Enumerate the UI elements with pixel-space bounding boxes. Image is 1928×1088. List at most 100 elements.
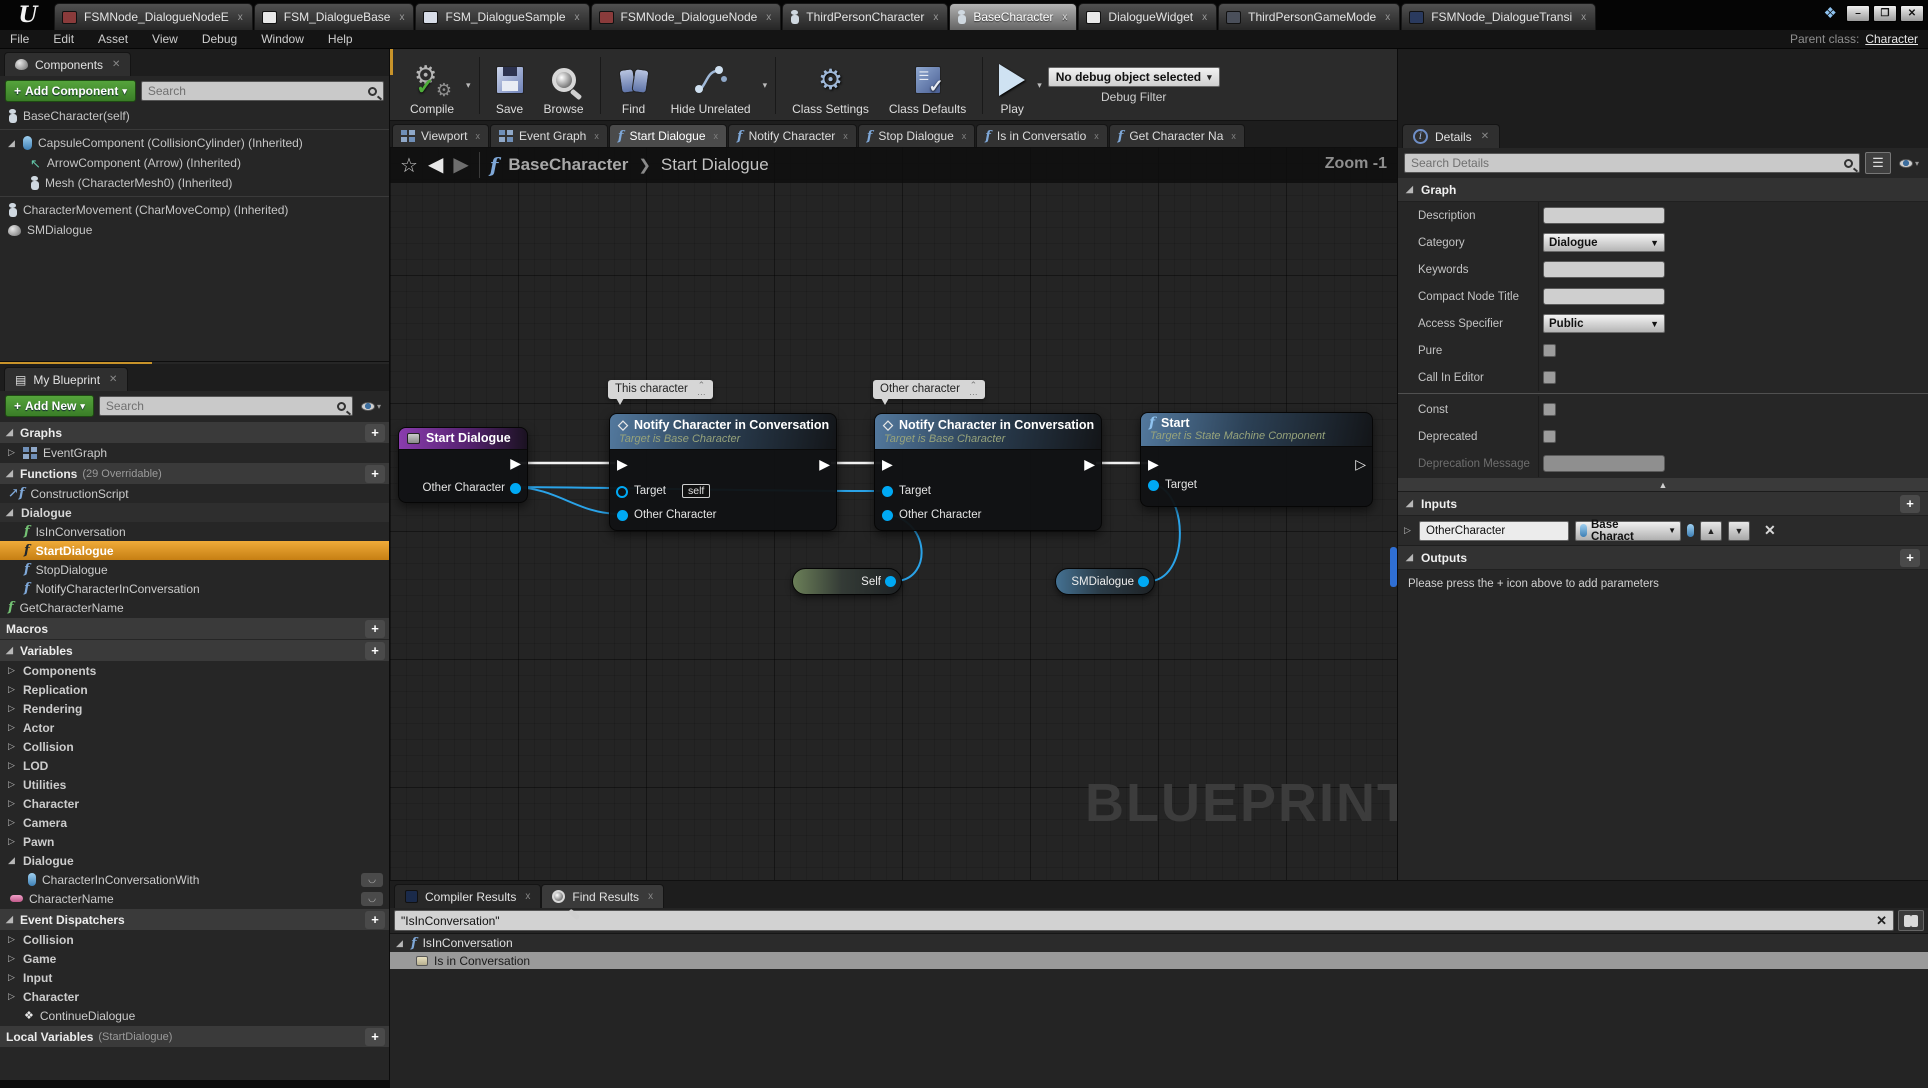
- close-button[interactable]: ✕: [1900, 5, 1924, 22]
- restore-button[interactable]: ❐: [1873, 5, 1897, 22]
- close-tab-icon[interactable]: x: [766, 12, 771, 23]
- event-dispatchers-header[interactable]: ◢Event Dispatchers+: [0, 908, 389, 930]
- find-results-search-input[interactable]: [401, 914, 1876, 928]
- node-start-dialogue[interactable]: Start Dialogue ▶ Other Character: [398, 427, 528, 503]
- add-component-button[interactable]: + Add Component ▾: [5, 80, 136, 102]
- deprecated-checkbox[interactable]: [1543, 430, 1556, 443]
- close-tab-icon[interactable]: x: [1062, 12, 1067, 23]
- function-row-selected[interactable]: fStartDialogue: [0, 541, 389, 560]
- component-row-arrow[interactable]: ↖ArrowComponent (Arrow) (Inherited): [0, 153, 389, 173]
- param-name-field[interactable]: [1419, 521, 1569, 541]
- exec-in-pin[interactable]: ▶: [1148, 457, 1159, 471]
- function-row[interactable]: fGetCharacterName: [0, 598, 389, 617]
- dispatcher-category[interactable]: ▷Input: [0, 968, 389, 987]
- add-input-button[interactable]: +: [1900, 495, 1920, 513]
- my-blueprint-search-input[interactable]: [106, 399, 337, 413]
- smdialogue-out-pin[interactable]: [1138, 576, 1149, 587]
- tab-viewport[interactable]: Viewportx: [392, 124, 489, 147]
- expander-icon[interactable]: ◢: [396, 938, 405, 949]
- favorite-star-icon[interactable]: ☆: [400, 153, 418, 178]
- find-results-search[interactable]: ✕: [394, 910, 1894, 931]
- expander-icon[interactable]: ◢: [8, 138, 17, 149]
- components-search-input[interactable]: [148, 84, 368, 98]
- expander-icon[interactable]: ▷: [1404, 525, 1413, 536]
- tab-notify-character[interactable]: fNotify Characterx: [728, 124, 857, 147]
- node-notify-2[interactable]: ◇Notify Character in Conversation Target…: [874, 413, 1102, 531]
- component-row-self[interactable]: BaseCharacter(self): [0, 106, 389, 126]
- menu-edit[interactable]: Edit: [53, 32, 74, 46]
- close-tab-icon[interactable]: x: [238, 12, 243, 23]
- move-down-button[interactable]: ▼: [1728, 521, 1750, 541]
- bubble-pin-icon[interactable]: ⌃…: [969, 382, 978, 396]
- pure-checkbox[interactable]: [1543, 344, 1556, 357]
- remove-param-icon[interactable]: ✕: [1764, 522, 1776, 539]
- find-result-row[interactable]: ◢ f IsInConversation: [390, 933, 1928, 952]
- description-field[interactable]: [1543, 207, 1665, 224]
- my-blueprint-tab[interactable]: ▤ My Blueprint ✕: [4, 367, 128, 391]
- browse-button[interactable]: Browse: [534, 53, 594, 118]
- nav-forward-icon[interactable]: ▶: [453, 155, 468, 175]
- access-specifier-dropdown[interactable]: Public▼: [1543, 314, 1665, 333]
- close-tab-icon[interactable]: x: [1202, 12, 1207, 23]
- exec-out-pin[interactable]: ▶: [1084, 457, 1095, 471]
- compile-options-caret[interactable]: ▾: [466, 80, 471, 91]
- menu-asset[interactable]: Asset: [98, 32, 128, 46]
- compile-button[interactable]: ⚙⚙✓ Compile: [400, 53, 464, 118]
- close-tab-icon[interactable]: x: [575, 12, 580, 23]
- target-pin[interactable]: [1148, 480, 1159, 491]
- minimize-button[interactable]: –: [1846, 5, 1870, 22]
- target-pin[interactable]: [882, 486, 893, 497]
- doc-tab[interactable]: ThirdPersonCharacterx: [782, 3, 948, 30]
- find-button[interactable]: Find: [607, 53, 661, 118]
- doc-tab[interactable]: FSM_DialogueBasex: [254, 3, 415, 30]
- doc-tab[interactable]: FSM_DialogueSamplex: [415, 3, 589, 30]
- add-variable-button[interactable]: +: [365, 642, 385, 660]
- variable-category[interactable]: ▷Actor: [0, 718, 389, 737]
- close-tab-icon[interactable]: x: [399, 12, 404, 23]
- variable-category[interactable]: ▷Replication: [0, 680, 389, 699]
- collapse-section-button[interactable]: ▲: [1398, 477, 1928, 492]
- exec-out-pin[interactable]: ▶: [819, 457, 830, 471]
- canvas-vertical-scrollbar[interactable]: [1390, 547, 1397, 587]
- exec-out-pin[interactable]: ▷: [1355, 457, 1366, 471]
- nav-back-icon[interactable]: ◀: [428, 155, 443, 175]
- close-tab-icon[interactable]: x: [933, 12, 938, 23]
- param-type-dropdown[interactable]: Base Charact▼: [1575, 521, 1681, 541]
- graphs-section-header[interactable]: ◢Graphs+: [0, 421, 389, 443]
- other-character-pin[interactable]: [882, 510, 893, 521]
- exec-in-pin[interactable]: ▶: [617, 457, 628, 471]
- variable-category[interactable]: ◢Dialogue: [0, 851, 389, 870]
- details-search-input[interactable]: [1411, 156, 1844, 170]
- parent-class-link[interactable]: Character: [1865, 32, 1918, 46]
- call-in-editor-checkbox[interactable]: [1543, 371, 1556, 384]
- function-row[interactable]: fNotifyCharacterInConversation: [0, 579, 389, 598]
- eventgraph-row[interactable]: ▷EventGraph: [0, 443, 389, 462]
- move-up-button[interactable]: ▲: [1700, 521, 1722, 541]
- class-defaults-button[interactable]: Class Defaults: [879, 53, 976, 118]
- component-row-capsule[interactable]: ◢CapsuleComponent (CollisionCylinder) (I…: [0, 133, 389, 153]
- close-tab-icon[interactable]: x: [1581, 12, 1586, 23]
- compiler-results-tab[interactable]: Compiler Results x: [394, 884, 541, 908]
- function-row[interactable]: fStopDialogue: [0, 560, 389, 579]
- variable-category[interactable]: ▷Camera: [0, 813, 389, 832]
- doc-tab[interactable]: DialogueWidgetx: [1078, 3, 1217, 30]
- tab-stop-dialogue[interactable]: fStop Dialoguex: [858, 124, 975, 147]
- class-settings-button[interactable]: ⚙ Class Settings: [782, 53, 879, 118]
- variable-category[interactable]: ▷Rendering: [0, 699, 389, 718]
- add-function-button[interactable]: +: [365, 465, 385, 483]
- close-tab-icon[interactable]: x: [1385, 12, 1390, 23]
- variable-category[interactable]: ▷Character: [0, 794, 389, 813]
- components-tab[interactable]: Components ✕: [4, 52, 131, 76]
- outputs-section-header[interactable]: ◢Outputs+: [1398, 546, 1928, 570]
- close-tab-icon[interactable]: ✕: [109, 374, 117, 385]
- menu-help[interactable]: Help: [328, 32, 353, 46]
- doc-tab[interactable]: FSMNode_DialogueNodeEx: [54, 3, 253, 30]
- functions-section-header[interactable]: ◢Functions(29 Overridable)+: [0, 462, 389, 484]
- doc-tab[interactable]: FSMNode_DialogueNodex: [591, 3, 782, 30]
- keywords-field[interactable]: [1543, 261, 1665, 278]
- dispatcher-row[interactable]: ❖ContinueDialogue: [0, 1006, 389, 1025]
- node-smdialogue-variable[interactable]: SMDialogue: [1055, 568, 1155, 595]
- tab-is-in-conversation[interactable]: fIs in Conversatiox: [976, 124, 1107, 147]
- doc-tab-active[interactable]: BaseCharacterx: [949, 3, 1077, 30]
- comment-bubble[interactable]: Other character ⌃…: [873, 380, 985, 399]
